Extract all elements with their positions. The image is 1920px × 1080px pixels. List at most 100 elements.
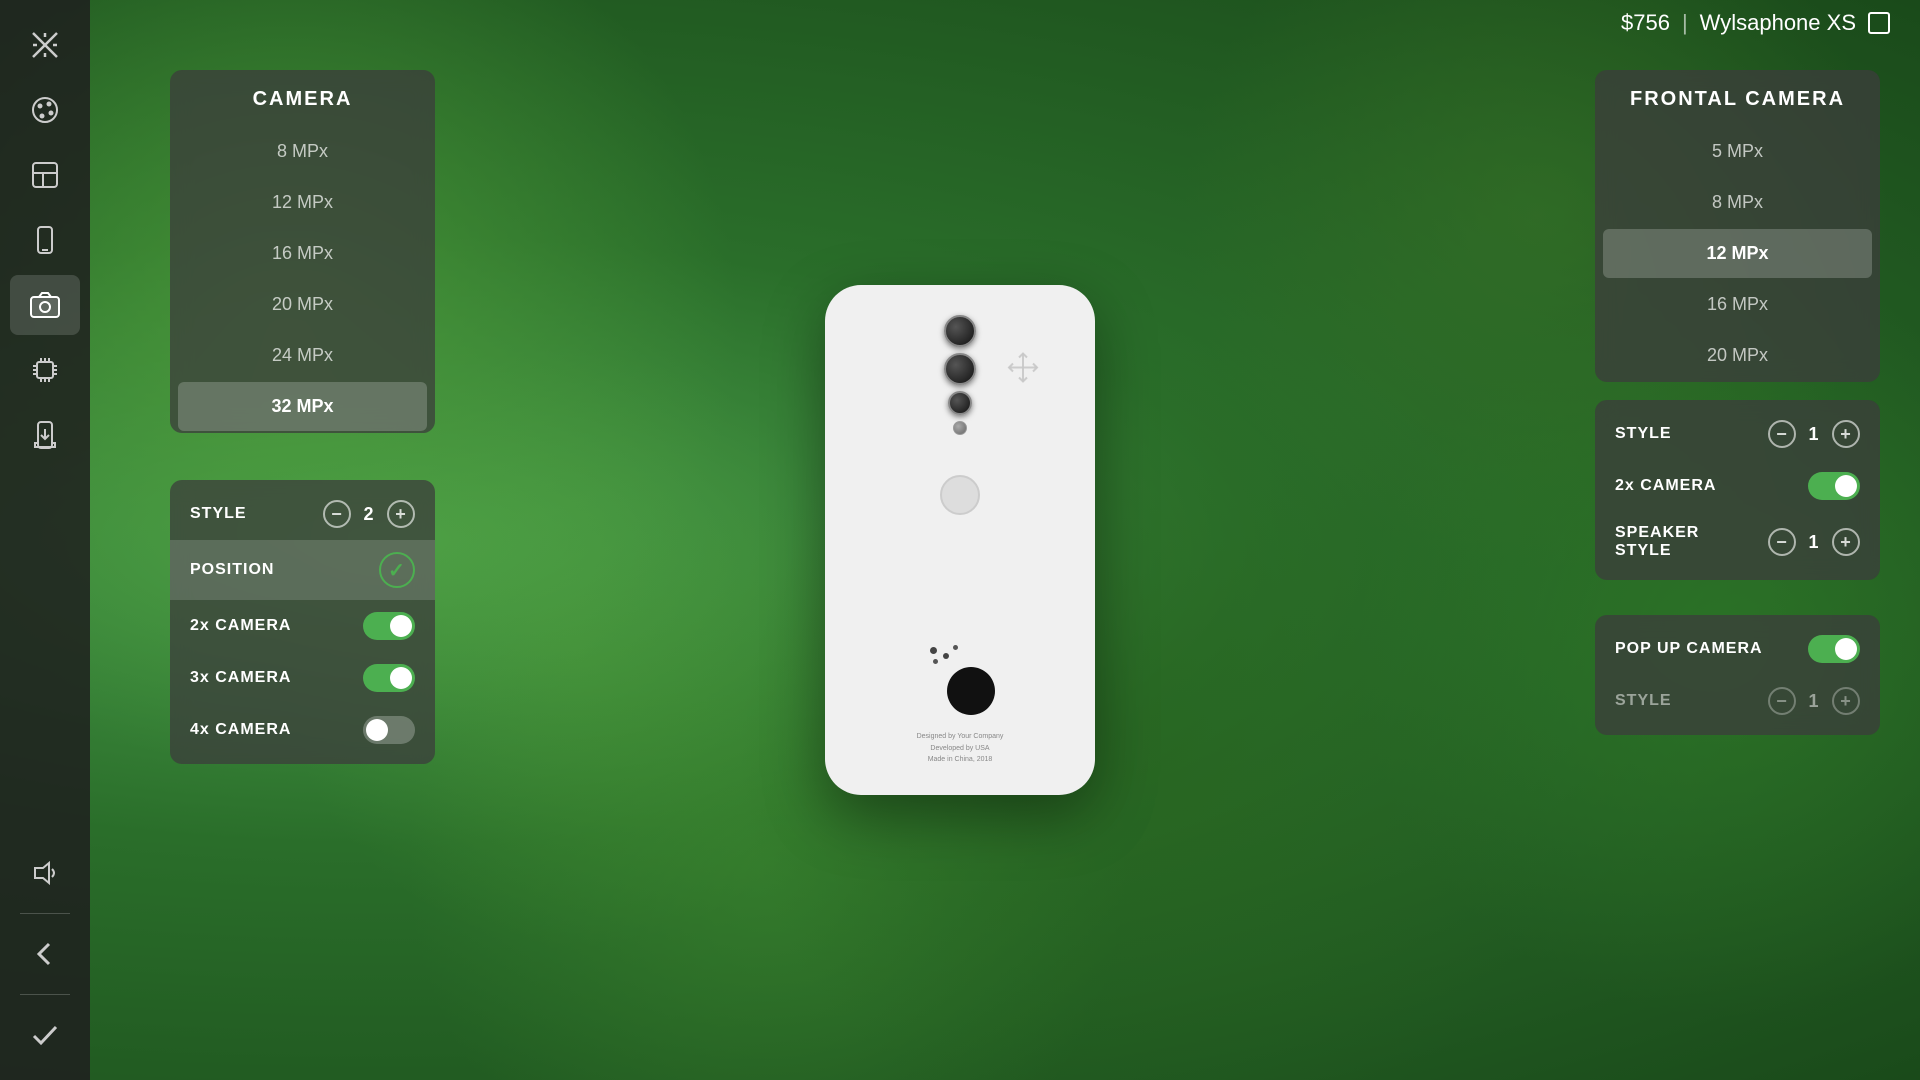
rear-camera-module (925, 305, 995, 435)
logo-dot-3 (953, 645, 958, 650)
style-left-row-position: POSITION ✓ (170, 540, 435, 600)
sidebar-item-palette[interactable] (10, 80, 80, 140)
popup-toggle-knob (1835, 638, 1857, 660)
right-2x-toggle[interactable] (1808, 472, 1860, 500)
back-icon (29, 938, 61, 970)
2x-camera-toggle[interactable] (363, 612, 415, 640)
speaker-stepper: − 1 + (1768, 528, 1860, 556)
sidebar-item-volume[interactable] (10, 843, 80, 903)
chip-icon (29, 354, 61, 386)
topbar-divider: | (1682, 10, 1688, 36)
sidebar-divider (20, 913, 70, 914)
lens-2 (944, 353, 976, 385)
popup-row: POP UP CAMERA (1595, 623, 1880, 675)
logo-dot-4 (933, 659, 938, 664)
style-left-value: 2 (359, 504, 379, 525)
right-style-increment[interactable]: + (1832, 420, 1860, 448)
3x-camera-toggle[interactable] (363, 664, 415, 692)
sidebar-item-crosshair[interactable] (10, 15, 80, 75)
popup-toggle[interactable] (1808, 635, 1860, 663)
right-style-value: 1 (1804, 424, 1824, 445)
sidebar-item-chip[interactable] (10, 340, 80, 400)
popup-style-label: STYLE (1615, 692, 1760, 710)
camera-lenses-group (925, 315, 995, 435)
camera-option-12mpx[interactable]: 12 MPx (178, 178, 427, 227)
popup-stepper: − 1 + (1768, 687, 1860, 715)
speaker-increment[interactable]: + (1832, 528, 1860, 556)
palette-icon (29, 94, 61, 126)
right-style-row-style: STYLE − 1 + (1595, 408, 1880, 460)
logo-main-circle (947, 667, 995, 715)
popup-style-row: STYLE − 1 + (1595, 675, 1880, 727)
style-left-decrement[interactable]: − (323, 500, 351, 528)
popup-increment[interactable]: + (1832, 687, 1860, 715)
frontal-camera-panel: FRONTAL CAMERA 5 MPx 8 MPx 12 MPx 16 MPx… (1595, 70, 1880, 382)
camera-option-8mpx[interactable]: 8 MPx (178, 127, 427, 176)
sidebar-bottom (10, 843, 80, 1065)
phone-branding: Designed by Your Company Developed by US… (917, 731, 1004, 765)
phone-brand-line3: Made in China, 2018 (917, 754, 1004, 765)
price-label: $756 (1621, 10, 1670, 36)
crosshair-icon (29, 29, 61, 61)
frontal-option-16mpx[interactable]: 16 MPx (1603, 280, 1872, 329)
volume-icon (29, 857, 61, 889)
sidebar-item-install[interactable] (10, 405, 80, 465)
sidebar (0, 0, 90, 1080)
camera-option-20mpx[interactable]: 20 MPx (178, 280, 427, 329)
install-icon (29, 419, 61, 451)
logo-dot-1 (930, 647, 937, 654)
sidebar-item-back[interactable] (10, 924, 80, 984)
sidebar-item-confirm[interactable] (10, 1005, 80, 1065)
popup-decrement[interactable]: − (1768, 687, 1796, 715)
frontal-option-20mpx[interactable]: 20 MPx (1603, 331, 1872, 380)
phone-container: Designed by Your Company Developed by US… (825, 285, 1095, 795)
logo-dot-2 (943, 653, 949, 659)
position-label: POSITION (190, 561, 371, 579)
4x-camera-toggle[interactable] (363, 716, 415, 744)
4x-camera-toggle-knob (366, 719, 388, 741)
style-left-increment[interactable]: + (387, 500, 415, 528)
sidebar-item-camera[interactable] (10, 275, 80, 335)
frontal-option-8mpx[interactable]: 8 MPx (1603, 178, 1872, 227)
sidebar-divider-2 (20, 994, 70, 995)
2x-camera-toggle-knob (390, 615, 412, 637)
right-2x-label: 2x CAMERA (1615, 477, 1800, 495)
3x-camera-label: 3x CAMERA (190, 669, 355, 687)
screen-icon (29, 224, 61, 256)
position-check-button[interactable]: ✓ (379, 552, 415, 588)
phone-logo (925, 645, 995, 715)
camera-option-32mpx[interactable]: 32 MPx (178, 382, 427, 431)
phone-brand-line1: Designed by Your Company (917, 731, 1004, 742)
frontal-option-12mpx[interactable]: 12 MPx (1603, 229, 1872, 278)
theme-icon (29, 159, 61, 191)
camera-icon (29, 289, 61, 321)
fingerprint-sensor (940, 475, 980, 515)
frontal-option-5mpx[interactable]: 5 MPx (1603, 127, 1872, 176)
popup-camera-panel: POP UP CAMERA STYLE − 1 + (1595, 615, 1880, 735)
sidebar-item-screen[interactable] (10, 210, 80, 270)
camera-option-16mpx[interactable]: 16 MPx (178, 229, 427, 278)
camera-option-24mpx[interactable]: 24 MPx (178, 331, 427, 380)
right-style-panel: STYLE − 1 + 2x CAMERA SPEAKER STYLE − 1 … (1595, 400, 1880, 580)
right-2x-toggle-knob (1835, 475, 1857, 497)
sidebar-item-theme[interactable] (10, 145, 80, 205)
model-label: Wylsaphone XS (1700, 10, 1856, 36)
right-style-decrement[interactable]: − (1768, 420, 1796, 448)
speaker-decrement[interactable]: − (1768, 528, 1796, 556)
style-left-row-style: STYLE − 2 + (170, 488, 435, 540)
style-left-row-2x: 2x CAMERA (170, 600, 435, 652)
check-icon (29, 1019, 61, 1051)
style-left-stepper: − 2 + (323, 500, 415, 528)
lens-1 (944, 315, 976, 347)
style-left-row-3x: 3x CAMERA (170, 652, 435, 704)
2x-camera-label: 2x CAMERA (190, 617, 355, 635)
speaker-style-label: SPEAKER STYLE (1615, 524, 1760, 560)
speaker-value: 1 (1804, 532, 1824, 553)
camera-panel: CAMERA 8 MPx 12 MPx 16 MPx 20 MPx 24 MPx… (170, 70, 435, 433)
move-cursor-icon (1005, 350, 1041, 391)
phone-brand-line2: Developed by USA (917, 743, 1004, 754)
style-left-row-4x: 4x CAMERA (170, 704, 435, 756)
4x-camera-label: 4x CAMERA (190, 721, 355, 739)
lens-3 (948, 391, 972, 415)
right-speaker-row: SPEAKER STYLE − 1 + (1595, 512, 1880, 572)
